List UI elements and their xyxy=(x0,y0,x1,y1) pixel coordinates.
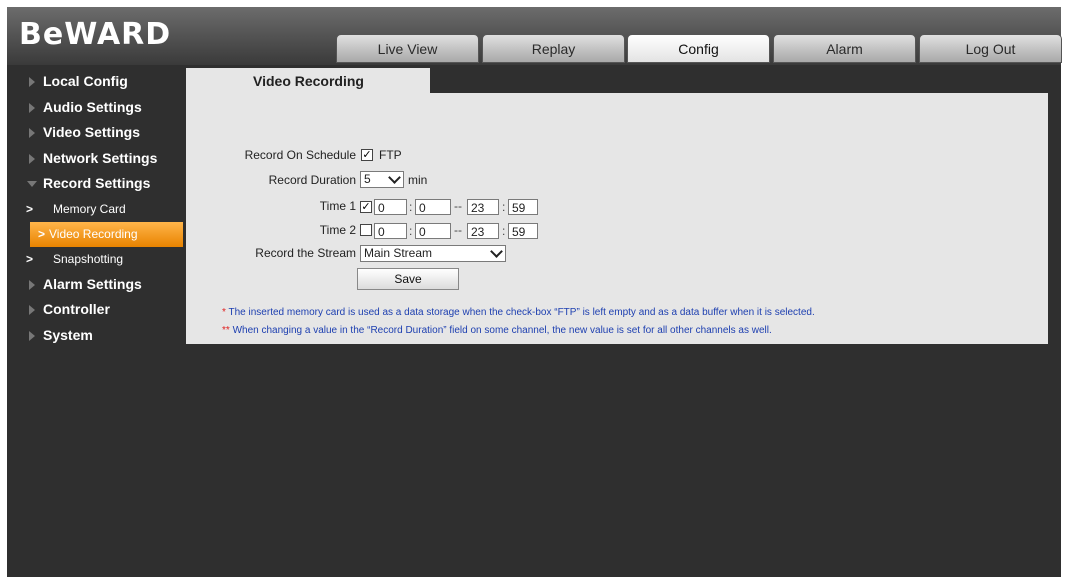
sidebar-item-system[interactable]: System xyxy=(26,323,186,349)
record-duration-label: Record Duration xyxy=(268,173,356,187)
note-text: The inserted memory card is used as a da… xyxy=(228,307,815,318)
tab-log-out[interactable]: Log Out xyxy=(919,34,1062,63)
sidebar-item-controller[interactable]: Controller xyxy=(26,297,186,323)
settings-panel: Record On Schedule ✓ FTP Record Duration… xyxy=(186,93,1048,344)
collapsed-arrow-icon xyxy=(29,153,35,164)
sidebar-item-label: Controller xyxy=(43,301,110,317)
record-duration-value: 5 xyxy=(364,172,371,186)
checkmark-icon: ✓ xyxy=(361,201,371,213)
sidebar-item-network-settings[interactable]: Network Settings xyxy=(26,146,186,172)
tab-config[interactable]: Config xyxy=(627,34,770,63)
time1-start-minute-input[interactable]: 0 xyxy=(415,199,451,215)
page-title: Video Recording xyxy=(253,73,364,89)
header-bar: BeWARD Live View Replay Config Alarm Log… xyxy=(7,7,1062,65)
time1-label: Time 1 xyxy=(319,199,356,213)
time2-end-minute-input[interactable]: 59 xyxy=(508,223,538,239)
collapsed-arrow-icon xyxy=(29,102,35,113)
collapsed-arrow-icon xyxy=(29,279,35,290)
sidebar-item-label: Audio Settings xyxy=(43,98,142,115)
note-asterisk: ** xyxy=(222,325,230,336)
time1-end-hour-input[interactable]: 23 xyxy=(467,199,499,215)
time2-start-minute-input[interactable]: 0 xyxy=(415,223,451,239)
ftp-label: FTP xyxy=(379,148,402,162)
note-text: When changing a value in the “Record Dur… xyxy=(232,325,772,336)
sidebar-item-record-settings[interactable]: Record Settings xyxy=(26,171,186,197)
sidebar-item-label: Network Settings xyxy=(43,149,158,166)
sidebar-subitem-label: Snapshotting xyxy=(53,251,124,266)
time-separator: : xyxy=(502,200,506,214)
note-memory-card: * The inserted memory card is used as a … xyxy=(222,307,815,318)
time1-end-minute-input[interactable]: 59 xyxy=(508,199,538,215)
expanded-arrow-icon xyxy=(27,181,37,187)
collapsed-arrow-icon xyxy=(29,330,35,341)
record-stream-select[interactable]: Main Stream xyxy=(360,245,506,262)
collapsed-arrow-icon xyxy=(29,77,35,87)
chevron-right-icon: > xyxy=(38,226,46,241)
record-on-schedule-label: Record On Schedule xyxy=(244,148,356,162)
tab-live-view[interactable]: Live View xyxy=(336,34,479,63)
note-record-duration: ** When changing a value in the “Record … xyxy=(222,325,772,336)
sidebar: Local Config Audio Settings Video Settin… xyxy=(26,69,186,348)
collapsed-arrow-icon xyxy=(29,305,35,315)
record-stream-label: Record the Stream xyxy=(255,246,356,260)
sidebar-subitem-label: Memory Card xyxy=(53,201,126,216)
time2-checkbox[interactable] xyxy=(360,224,372,236)
sidebar-item-local-config[interactable]: Local Config xyxy=(26,69,186,95)
checkmark-icon: ✓ xyxy=(362,149,372,161)
collapsed-arrow-icon xyxy=(29,128,35,138)
record-stream-value: Main Stream xyxy=(364,246,433,260)
time1-checkbox[interactable]: ✓ xyxy=(360,201,372,213)
record-duration-select[interactable]: 5 xyxy=(360,171,404,188)
time1-start-hour-input[interactable]: 0 xyxy=(374,199,407,215)
sidebar-item-label: Local Config xyxy=(43,73,128,89)
tab-alarm[interactable]: Alarm xyxy=(773,34,916,63)
note-asterisk: * xyxy=(222,307,226,318)
time-separator: : xyxy=(409,224,413,238)
sidebar-subitem-memory-card[interactable]: > Memory Card xyxy=(26,197,186,222)
time-separator: : xyxy=(409,200,413,214)
beward-logo: BeWARD xyxy=(19,17,172,52)
record-duration-unit: min xyxy=(408,173,428,187)
time2-start-hour-input[interactable]: 0 xyxy=(374,223,407,239)
ftp-checkbox[interactable]: ✓ xyxy=(361,149,373,161)
chevron-down-icon xyxy=(388,171,401,184)
sidebar-item-video-settings[interactable]: Video Settings xyxy=(26,120,186,146)
sidebar-item-alarm-settings[interactable]: Alarm Settings xyxy=(26,272,186,298)
chevron-down-icon xyxy=(490,245,503,258)
sidebar-item-label: Record Settings xyxy=(43,175,151,191)
time-separator: : xyxy=(502,224,506,238)
time2-end-hour-input[interactable]: 23 xyxy=(467,223,499,239)
sidebar-item-label: Alarm Settings xyxy=(43,275,142,292)
sidebar-subitem-label: Video Recording xyxy=(49,226,138,241)
tab-replay[interactable]: Replay xyxy=(482,34,625,63)
save-button[interactable]: Save xyxy=(357,268,459,290)
chevron-right-icon: > xyxy=(26,201,34,216)
time-range-dash: -- xyxy=(454,199,462,213)
sidebar-item-audio-settings[interactable]: Audio Settings xyxy=(26,95,186,121)
content-tab-video-recording: Video Recording xyxy=(186,68,430,94)
sidebar-item-label: System xyxy=(43,326,93,343)
time2-label: Time 2 xyxy=(319,223,356,237)
sidebar-subitem-snapshotting[interactable]: > Snapshotting xyxy=(26,247,186,272)
time-range-dash: -- xyxy=(454,223,462,237)
chevron-right-icon: > xyxy=(26,251,34,266)
sidebar-subitem-video-recording[interactable]: > Video Recording xyxy=(30,221,183,247)
sidebar-item-label: Video Settings xyxy=(43,124,140,140)
